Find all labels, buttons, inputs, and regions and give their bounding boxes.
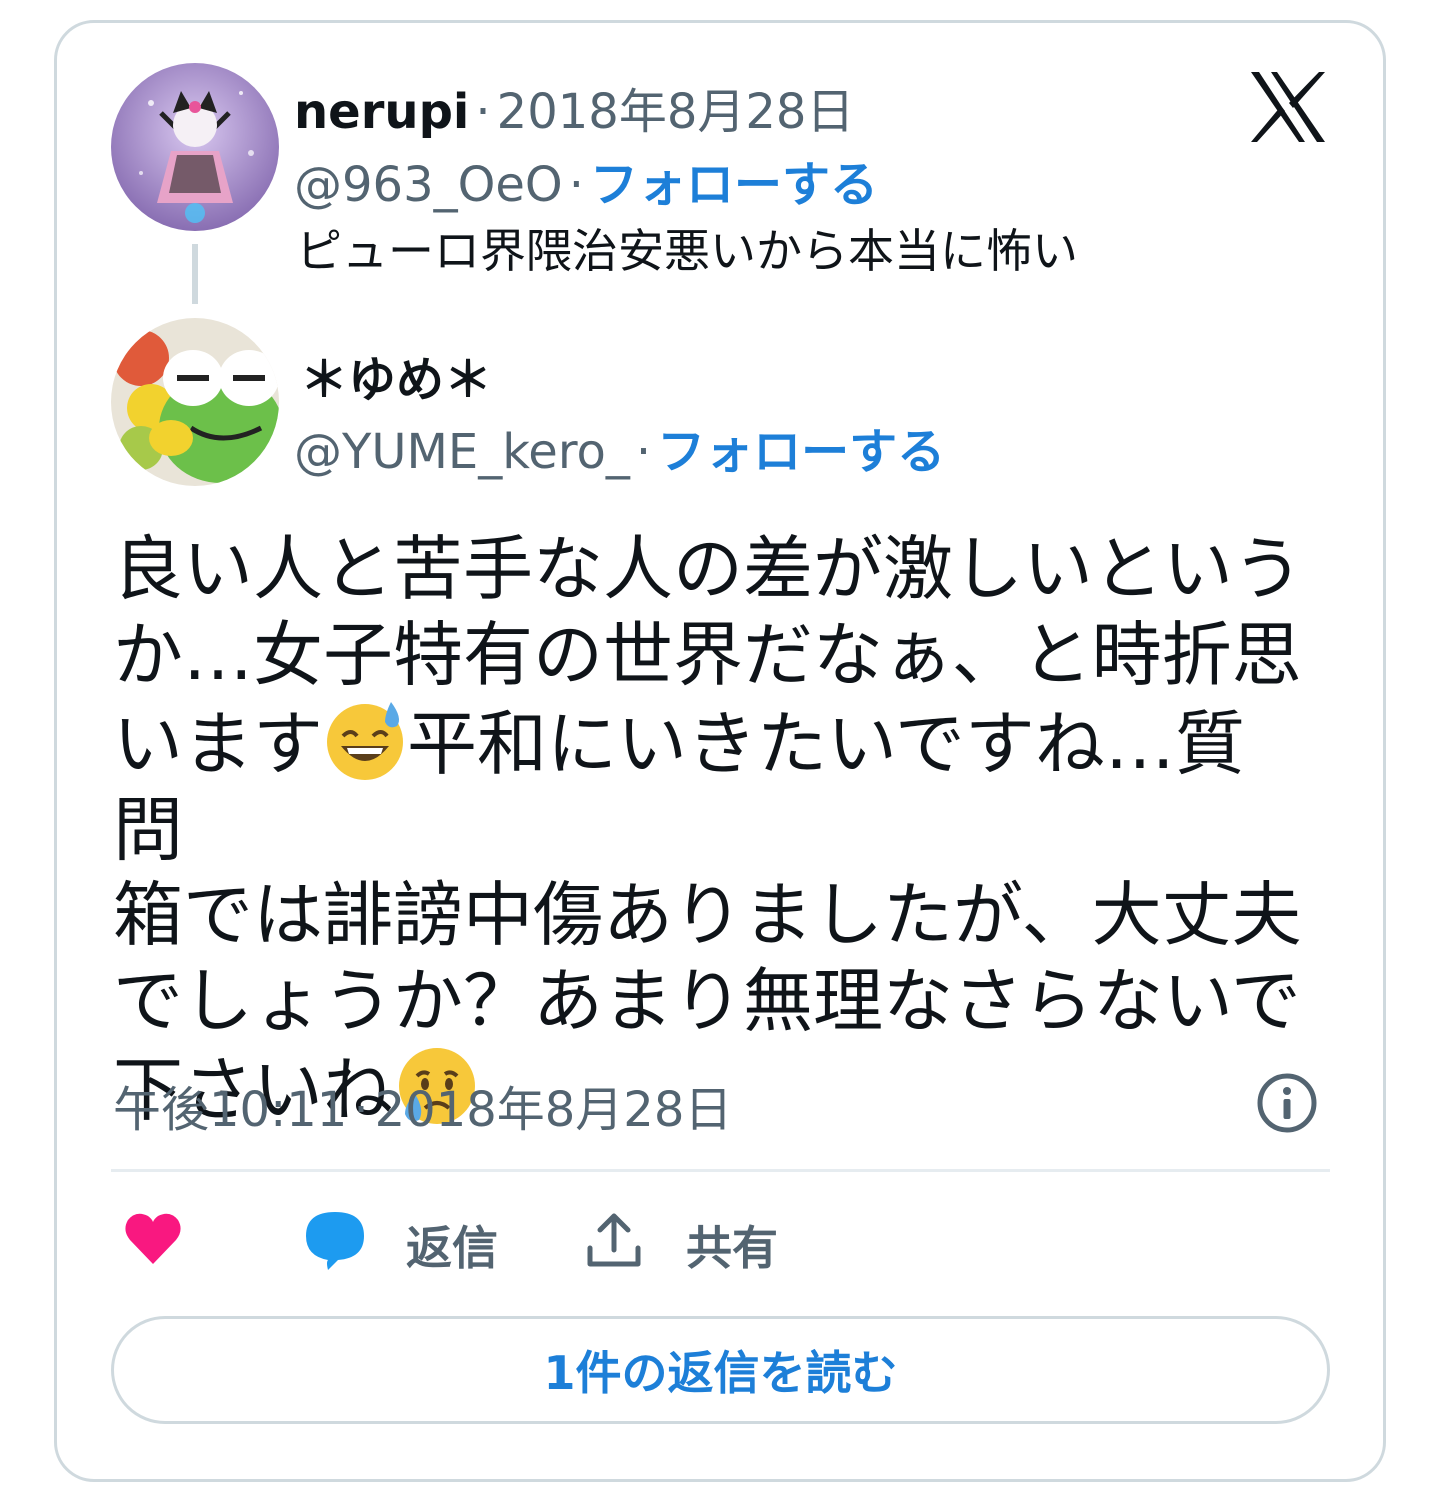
tweet-line-part: います bbox=[113, 703, 323, 785]
share-icon bbox=[587, 1213, 641, 1267]
x-logo-icon[interactable] bbox=[1249, 70, 1327, 144]
separator-dot: · bbox=[635, 424, 652, 480]
share-button[interactable]: 共有 bbox=[584, 1208, 814, 1278]
info-icon[interactable] bbox=[1256, 1072, 1318, 1134]
tweet-date: 2018年8月28日 bbox=[374, 1082, 733, 1138]
parent-handle[interactable]: @963_OeO bbox=[294, 157, 563, 213]
grinning-sweat-emoji-icon bbox=[323, 698, 407, 782]
tweet-time: 午後10:11 bbox=[113, 1082, 348, 1138]
tweet-line: 良い人と苦手な人の差が激しいという bbox=[113, 528, 1303, 610]
share-label: 共有 bbox=[686, 1221, 778, 1275]
like-button[interactable] bbox=[122, 1208, 184, 1278]
separator-dot: · bbox=[475, 84, 491, 140]
reply-label: 返信 bbox=[406, 1221, 498, 1275]
tweet-line: か…女子特有の世界だなぁ、と時折思 bbox=[113, 613, 1302, 696]
parent-date[interactable]: 2018年8月28日 bbox=[497, 84, 855, 140]
tweet-line: 箱では誹謗中傷ありましたが、大丈夫 bbox=[113, 874, 1302, 956]
divider bbox=[111, 1169, 1330, 1172]
reply-bubble-icon bbox=[306, 1212, 364, 1270]
heart-icon bbox=[125, 1213, 181, 1264]
follow-button-parent[interactable]: フォローする bbox=[590, 157, 878, 213]
avatar-yume[interactable] bbox=[111, 318, 279, 486]
read-replies-button[interactable]: 1件の返信を読む bbox=[111, 1316, 1330, 1424]
read-replies-label: 1件の返信を読む bbox=[543, 1346, 898, 1400]
main-handle-row: @YUME_kero_ · フォローする bbox=[294, 412, 945, 482]
main-handle[interactable]: @YUME_kero_ bbox=[294, 424, 630, 480]
parent-author-name[interactable]: nerupi bbox=[294, 84, 469, 140]
avatar-nerupi[interactable] bbox=[111, 63, 279, 231]
tweet-timestamp[interactable]: 午後10:11 · 2018年8月28日 bbox=[113, 1070, 732, 1140]
separator-dot: · bbox=[353, 1082, 369, 1138]
parent-header: nerupi · 2018年8月28日 bbox=[294, 72, 854, 142]
thread-connector bbox=[192, 244, 198, 304]
parent-handle-row: @963_OeO · フォローする bbox=[294, 145, 878, 215]
tweet-line: でしょうか？あまり無理なさらないで bbox=[113, 959, 1301, 1042]
tweet-line: います 平和にいきたいですね…質問 bbox=[113, 698, 1313, 873]
main-author-name[interactable]: ＊ゆめ＊ bbox=[300, 340, 492, 410]
tweet-body: 良い人と苦手な人の差が激しいという か…女子特有の世界だなぁ、と時折思 います … bbox=[113, 527, 1313, 1134]
reply-button[interactable]: 返信 bbox=[302, 1208, 532, 1278]
separator-dot: · bbox=[568, 157, 584, 213]
follow-button-main[interactable]: フォローする bbox=[657, 424, 945, 480]
parent-tweet-text: ピューロ界隈治安悪いから本当に怖い bbox=[296, 224, 1078, 278]
